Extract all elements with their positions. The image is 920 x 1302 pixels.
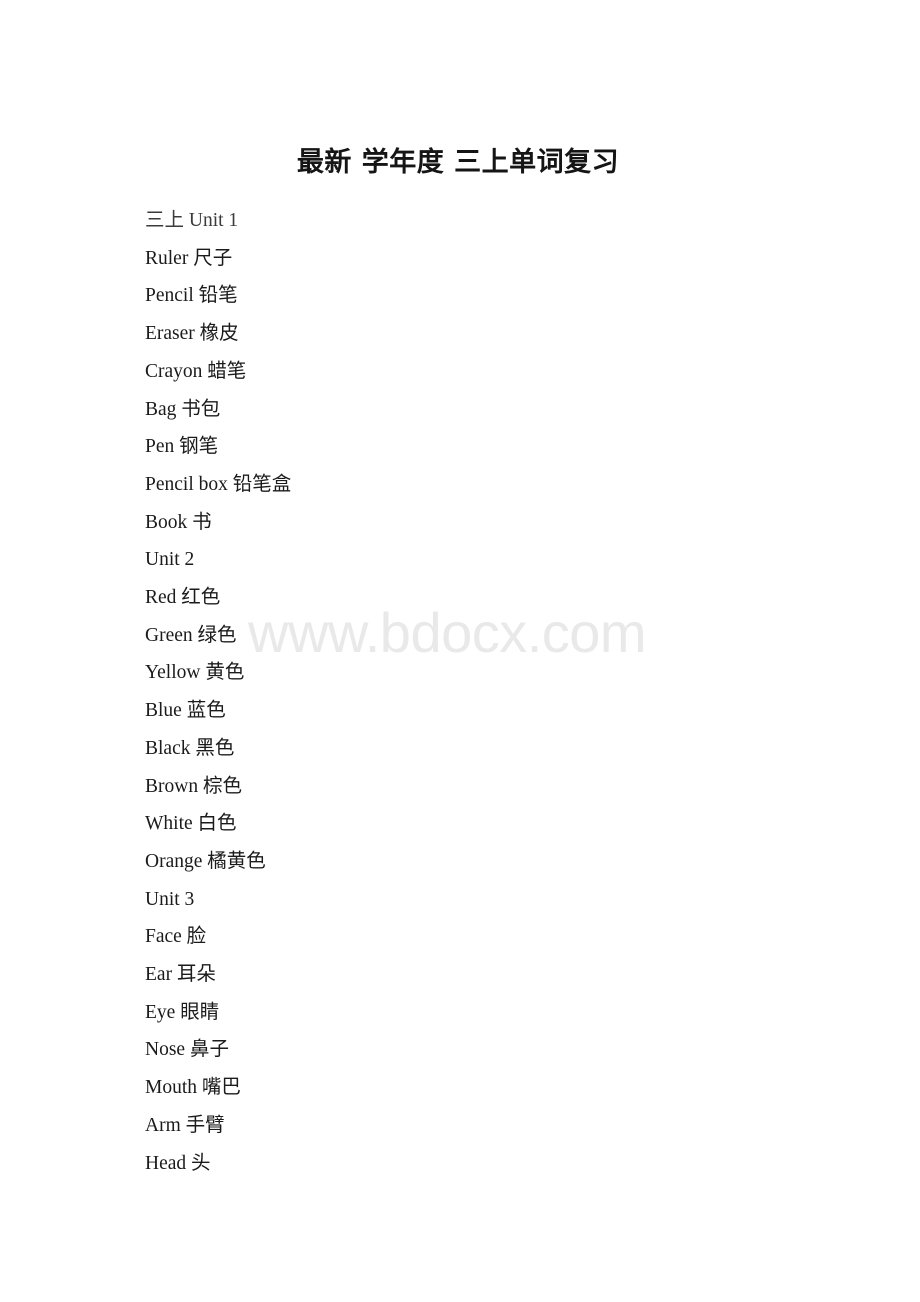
vocab-line: Arm 手臂: [145, 1114, 225, 1136]
unit-heading: 三上 Unit 1: [145, 210, 239, 231]
vocab-line: Yellow 黄色: [145, 662, 245, 684]
unit-heading: Unit 2: [145, 549, 195, 571]
vocab-line: Nose 鼻子: [145, 1039, 229, 1061]
vocab-line: Brown 棕色: [145, 775, 242, 797]
vocabulary-line-list: 三上 Unit 1 Ruler 尺子 Pencil 铅笔 Eraser 橡皮 C…: [0, 202, 920, 1182]
vocab-line: Book 书: [145, 511, 212, 533]
vocab-line: Bag 书包: [145, 398, 221, 420]
vocab-line: Eye 眼睛: [145, 1001, 220, 1023]
vocab-line: Black 黑色: [145, 737, 235, 759]
vocab-line: Red 红色: [145, 587, 221, 609]
vocab-line: White 白色: [145, 813, 237, 835]
vocab-line: Pencil box 铅笔盒: [145, 473, 292, 495]
unit-heading: Unit 3: [145, 888, 195, 910]
vocab-line: Pencil 铅笔: [145, 285, 238, 307]
document-page: www.bdocx.com 最新 学年度 三上单词复习 三上 Unit 1 Ru…: [0, 0, 920, 1302]
document-content: 最新 学年度 三上单词复习 三上 Unit 1 Ruler 尺子 Pencil …: [0, 0, 920, 1182]
vocab-line: Head 头: [145, 1152, 211, 1174]
page-title: 最新 学年度 三上单词复习: [296, 147, 620, 178]
vocab-line: Ruler 尺子: [145, 247, 233, 269]
vocab-line: Green 绿色: [145, 624, 237, 646]
vocab-line: Face 脸: [145, 926, 207, 948]
vocab-line: Eraser 橡皮: [145, 323, 239, 345]
vocab-line: Blue 蓝色: [145, 700, 226, 722]
vocab-line: Crayon 蜡笔: [145, 360, 247, 382]
vocab-line: Orange 橘黄色: [145, 850, 266, 872]
vocab-line: Ear 耳朵: [145, 964, 216, 986]
vocab-line: Mouth 嘴巴: [145, 1077, 241, 1099]
vocab-line: Pen 钢笔: [145, 436, 219, 458]
